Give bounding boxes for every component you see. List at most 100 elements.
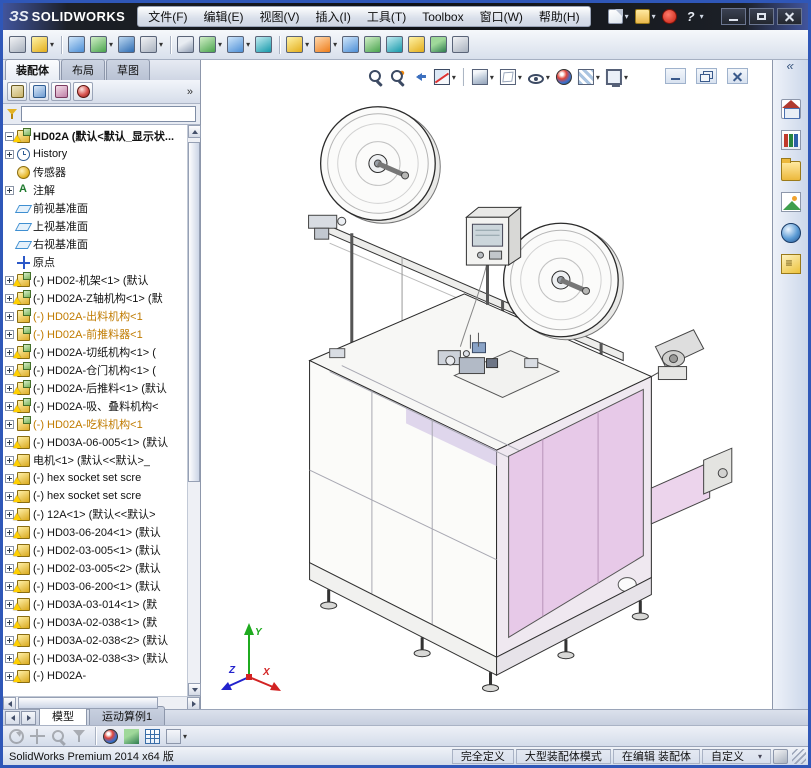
grid-table-icon[interactable] bbox=[143, 727, 162, 746]
custom-properties-icon[interactable] bbox=[778, 252, 804, 276]
feature-filter-input[interactable] bbox=[21, 106, 196, 122]
toolbar-options-icon[interactable] bbox=[164, 727, 189, 746]
filter-icon[interactable] bbox=[7, 108, 18, 120]
tree-item[interactable]: 传感器 bbox=[3, 163, 187, 181]
resize-grip-icon[interactable] bbox=[792, 748, 806, 764]
interference-detection-icon[interactable] bbox=[362, 33, 383, 57]
tab-layout[interactable]: 布局 bbox=[61, 59, 105, 80]
new-motion-study-icon[interactable] bbox=[253, 33, 274, 57]
assembly-features-icon[interactable] bbox=[197, 33, 224, 57]
display-style-icon[interactable] bbox=[498, 65, 524, 89]
assembly-visualization-icon[interactable] bbox=[428, 33, 449, 57]
tree-item[interactable]: 前视基准面 bbox=[3, 199, 187, 217]
featuremanager-tab-icon[interactable] bbox=[7, 82, 27, 101]
displaymanager-tab-icon[interactable] bbox=[73, 82, 93, 101]
assembly-3d-model[interactable] bbox=[201, 60, 772, 709]
new-document-icon[interactable] bbox=[605, 6, 632, 28]
tree-item[interactable]: (-) HD02-03-005<1> (默认 bbox=[3, 541, 187, 559]
tab-assembly[interactable]: 装配体 bbox=[5, 59, 60, 80]
model-output-arm[interactable] bbox=[650, 447, 733, 525]
expand-toggle-icon[interactable] bbox=[5, 419, 14, 429]
tree-item[interactable]: HD02A (默认<默认_显示状... bbox=[3, 127, 187, 145]
section-view-icon[interactable] bbox=[432, 65, 458, 89]
menu-window[interactable]: 窗口(W) bbox=[472, 6, 531, 27]
expand-toggle-icon[interactable] bbox=[5, 311, 14, 321]
scroll-track[interactable] bbox=[16, 697, 187, 709]
scroll-up-button[interactable] bbox=[188, 125, 201, 138]
document-close-button[interactable] bbox=[727, 68, 748, 84]
configurationmanager-tab-icon[interactable] bbox=[51, 82, 71, 101]
tree-item[interactable]: (-) HD02A-Z轴机构<1> (默 bbox=[3, 289, 187, 307]
panel-overflow-chevron[interactable]: » bbox=[184, 86, 196, 98]
viewport[interactable]: Y X Z bbox=[201, 60, 772, 709]
tree-item[interactable]: (-) HD03A-02-038<3> (默认 bbox=[3, 649, 187, 667]
appearances-scenes-icon[interactable] bbox=[778, 221, 804, 245]
zoom-to-fit-icon[interactable] bbox=[366, 65, 386, 89]
bill-of-materials-icon[interactable] bbox=[284, 33, 311, 57]
exploded-view-icon[interactable] bbox=[312, 33, 339, 57]
file-explorer-icon[interactable] bbox=[778, 158, 804, 183]
move-component-icon[interactable] bbox=[138, 33, 165, 57]
tree-item[interactable]: (-) HD03-06-200<1> (默认 bbox=[3, 577, 187, 595]
edit-component-icon[interactable] bbox=[7, 33, 28, 57]
tree-item[interactable]: (-) 12A<1> (默认<<默认> bbox=[3, 505, 187, 523]
macro-record-icon[interactable] bbox=[659, 6, 680, 28]
tree-item[interactable]: (-) HD03A-02-038<1> (默 bbox=[3, 613, 187, 631]
minimize-button[interactable] bbox=[721, 8, 746, 25]
tree-item[interactable]: (-) HD03A-02-038<2> (默认 bbox=[3, 631, 187, 649]
tree-item[interactable]: 上视基准面 bbox=[3, 217, 187, 235]
smart-fasteners-icon[interactable] bbox=[116, 33, 137, 57]
scroll-thumb[interactable] bbox=[18, 697, 158, 709]
tab-sketch[interactable]: 草图 bbox=[106, 59, 150, 80]
tree-item[interactable]: (-) HD02A-出料机构<1 bbox=[3, 307, 187, 325]
help-icon[interactable] bbox=[680, 6, 707, 28]
titlebar[interactable]: ЗS SOLIDWORKS 文件(F) 编辑(E) 视图(V) 插入(I) 工具(T) T… bbox=[3, 3, 808, 30]
clearance-verification-icon[interactable] bbox=[384, 33, 405, 57]
close-button[interactable] bbox=[777, 8, 802, 25]
mate-icon[interactable] bbox=[66, 33, 87, 57]
menu-edit[interactable]: 编辑(E) bbox=[196, 6, 252, 27]
tree-item[interactable]: (-) HD02A-吸、叠料机构< bbox=[3, 397, 187, 415]
pan-view-icon[interactable] bbox=[28, 727, 47, 746]
zoom-in-out-icon[interactable] bbox=[49, 727, 68, 746]
open-document-icon[interactable] bbox=[632, 6, 659, 28]
tree-item[interactable]: (-) HD02A-吃料机构<1 bbox=[3, 415, 187, 433]
document-minimize-button[interactable] bbox=[665, 68, 686, 84]
show-hidden-components-icon[interactable] bbox=[175, 33, 196, 57]
explode-line-sketch-icon[interactable] bbox=[340, 33, 361, 57]
linear-component-pattern-icon[interactable] bbox=[88, 33, 115, 57]
tree-item[interactable]: 右视基准面 bbox=[3, 235, 187, 253]
previous-view-icon[interactable] bbox=[410, 65, 430, 89]
reference-geometry-icon[interactable] bbox=[225, 33, 252, 57]
model-reel-left[interactable] bbox=[319, 106, 441, 224]
tree-item[interactable]: History bbox=[3, 145, 187, 163]
selection-filter-icon[interactable] bbox=[70, 727, 89, 746]
tree-horizontal-scrollbar[interactable] bbox=[3, 696, 200, 710]
scroll-down-button[interactable] bbox=[188, 683, 201, 696]
tree-item[interactable]: (-) HD03A-06-005<1> (默认 bbox=[3, 433, 187, 451]
tree-item[interactable]: (-) HD02-03-005<2> (默认 bbox=[3, 559, 187, 577]
tree-item[interactable]: (-) HD02A-前推料器<1 bbox=[3, 325, 187, 343]
apply-scene-icon[interactable] bbox=[576, 65, 602, 89]
expand-toggle-icon[interactable] bbox=[5, 329, 14, 339]
tree-item[interactable]: (-) HD02A- bbox=[3, 667, 187, 685]
rotate-view-icon[interactable] bbox=[7, 727, 26, 746]
tree-item[interactable]: (-) HD02A-仓门机构<1> ( bbox=[3, 361, 187, 379]
hole-alignment-icon[interactable] bbox=[406, 33, 427, 57]
scroll-thumb[interactable] bbox=[188, 142, 200, 482]
tree-item[interactable]: (-) HD03-06-204<1> (默认 bbox=[3, 523, 187, 541]
propertymanager-tab-icon[interactable] bbox=[29, 82, 49, 101]
tree-item[interactable]: (-) hex socket set scre bbox=[3, 469, 187, 487]
assembly-visualization-icon[interactable] bbox=[122, 727, 141, 746]
tree-item[interactable]: (-) hex socket set scre bbox=[3, 487, 187, 505]
hide-show-items-icon[interactable] bbox=[526, 65, 552, 89]
document-restore-button[interactable] bbox=[696, 68, 717, 84]
status-options-icon[interactable] bbox=[773, 748, 788, 764]
tree-vertical-scrollbar[interactable] bbox=[187, 125, 201, 696]
model-motor-unit[interactable] bbox=[651, 329, 705, 381]
tree-item[interactable]: 原点 bbox=[3, 253, 187, 271]
insert-components-icon[interactable] bbox=[29, 33, 56, 57]
menu-file[interactable]: 文件(F) bbox=[140, 6, 195, 27]
menu-insert[interactable]: 插入(I) bbox=[308, 6, 359, 27]
tree-item[interactable]: (-) HD02-机架<1> (默认 bbox=[3, 271, 187, 289]
